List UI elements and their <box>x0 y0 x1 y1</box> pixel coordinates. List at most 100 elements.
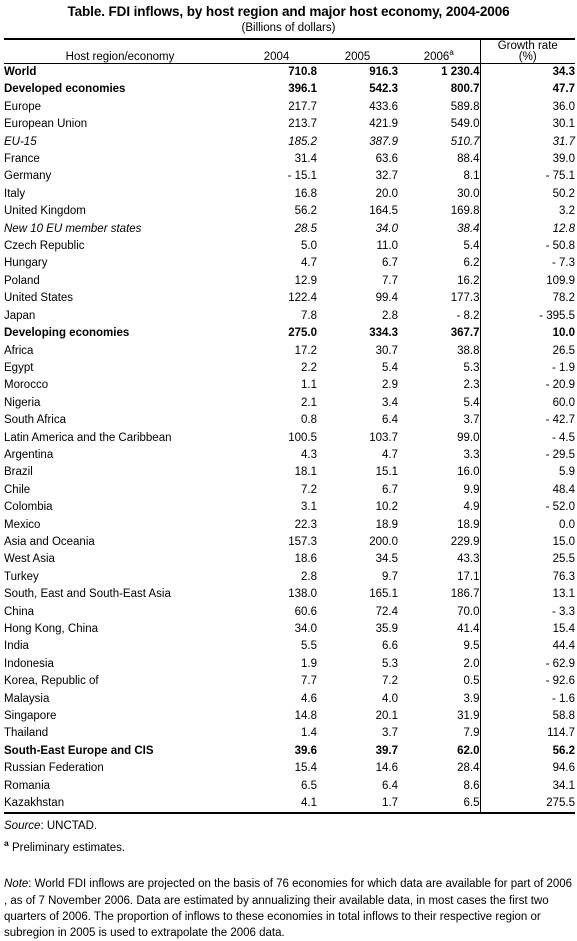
cell-2006: 70.0 <box>457 605 480 618</box>
table-row: Indonesia 1.9 5.3 2.0- 62.9 <box>4 655 575 674</box>
cell-2005: 387.9 <box>369 135 398 148</box>
title-block: Table. FDI inflows, by host region and m… <box>0 0 577 34</box>
table-foot <box>4 812 575 816</box>
note-paragraph: Note: World FDI inflows are projected on… <box>4 876 573 941</box>
cell-growth: - 62.9 <box>479 655 575 674</box>
table-row: France 31.4 63.6 88.4 39.0 <box>4 151 575 169</box>
table-row: Romania 6.5 6.4 8.6 34.1 <box>4 777 575 796</box>
cell-growth: - 7.3 <box>479 255 575 273</box>
row-label: China <box>4 605 35 618</box>
cell-2006: 28.4 <box>457 762 480 775</box>
table-row: Russian Federation 15.4 14.6 28.4 94.6 <box>4 760 575 778</box>
cell-2004: 14.8 <box>294 710 317 723</box>
cell-2006: 88.4 <box>457 153 480 166</box>
row-label: Hong Kong, China <box>4 623 98 635</box>
cell-2006: 0.5 <box>463 675 480 688</box>
cell-growth: 76.3 <box>479 568 575 587</box>
row-label: Romania <box>4 779 51 792</box>
note-a-line: a Preliminary estimates. <box>4 836 573 856</box>
row-label: Europe <box>4 100 42 113</box>
cell-2005: 30.7 <box>375 344 398 357</box>
cell-2006: 41.4 <box>457 623 480 635</box>
row-label: Colombia <box>4 501 53 514</box>
cell-2005: 72.4 <box>375 605 398 618</box>
cell-2005: 34.0 <box>375 222 398 235</box>
cell-growth: 78.2 <box>479 290 575 308</box>
cell-growth: 56.2 <box>479 742 575 761</box>
row-label: Russian Federation <box>4 762 104 775</box>
row-label: Germany <box>4 170 52 183</box>
table-row: West Asia 18.6 34.5 43.3 25.5 <box>4 551 575 569</box>
cell-2005: 6.4 <box>382 779 398 792</box>
cell-growth: - 4.5 <box>479 429 575 447</box>
row-label: Egypt <box>4 361 34 374</box>
fdi-table-wrap: Host region/economy 2004 2005 2006a Grow… <box>4 38 575 816</box>
row-label: World <box>4 66 37 78</box>
cell-2006: 229.9 <box>450 535 480 548</box>
cell-2006: 8.6 <box>463 779 480 792</box>
cell-2004: 6.5 <box>301 779 317 792</box>
row-label: South, East and South-East Asia <box>4 588 171 601</box>
cell-2004: 710.8 <box>288 66 317 78</box>
cell-2006: 9.9 <box>463 483 480 496</box>
cell-growth: 109.9 <box>479 272 575 291</box>
table-row: Czech Republic 5.0 11.0 5.4- 50.8 <box>4 238 575 256</box>
row-label: Developing economies <box>4 327 130 340</box>
table-row: United Kingdom 56.2 164.5 169.8 3.2 <box>4 203 575 221</box>
table-row: Kazakhstan 4.1 1.7 6.5 275.5 <box>4 795 575 814</box>
cell-2004: 34.0 <box>294 623 317 635</box>
row-label: Poland <box>4 274 40 287</box>
cell-2006: 589.8 <box>450 100 480 113</box>
cell-2004: 100.5 <box>288 431 317 444</box>
row-label: Italy <box>4 187 26 200</box>
row-label: Brazil <box>4 466 33 479</box>
cell-growth: 275.5 <box>479 795 575 814</box>
cell-growth: - 20.9 <box>479 377 575 395</box>
cell-2006: 186.7 <box>450 588 480 601</box>
cell-2006: 7.9 <box>463 727 480 740</box>
cell-2004: 12.9 <box>294 274 317 287</box>
cell-growth: 12.8 <box>479 220 575 239</box>
row-label: EU-15 <box>4 135 37 148</box>
row-label: Kazakhstan <box>4 797 65 810</box>
cell-2004: 16.8 <box>294 187 317 200</box>
footnote-marker-a: a <box>449 48 454 58</box>
row-label: Nigeria <box>4 396 41 409</box>
col-header-2005: 2005 <box>344 51 371 63</box>
rule-bottom <box>4 812 575 816</box>
row-label: Developed economies <box>4 83 126 96</box>
cell-2004: 4.3 <box>301 448 317 461</box>
cell-2006: 16.2 <box>457 274 480 287</box>
cell-2004: 5.5 <box>301 640 317 653</box>
cell-2004: - 15.1 <box>287 170 317 183</box>
cell-growth: - 1.6 <box>479 690 575 709</box>
row-label: Latin America and the Caribbean <box>4 431 172 444</box>
cell-2004: 18.6 <box>294 553 317 566</box>
cell-2005: 6.4 <box>382 414 398 427</box>
table-row: Argentina 4.3 4.7 3.3- 29.5 <box>4 446 575 465</box>
cell-2004: 4.6 <box>301 692 317 705</box>
cell-2006: 367.7 <box>450 327 480 340</box>
cell-2005: 421.9 <box>369 118 398 131</box>
cell-growth: 58.8 <box>479 708 575 726</box>
cell-growth: 15.0 <box>479 533 575 552</box>
cell-2004: 122.4 <box>288 292 317 305</box>
cell-2006: 8.1 <box>463 170 480 183</box>
cell-2006: 5.4 <box>463 240 480 253</box>
table-row: Singapore 14.8 20.1 31.9 58.8 <box>4 708 575 726</box>
cell-2004: 396.1 <box>288 83 317 96</box>
row-label: South Africa <box>4 414 67 427</box>
row-label: United States <box>4 292 74 305</box>
cell-2006: 169.8 <box>450 205 480 218</box>
cell-growth: 15.4 <box>479 621 575 639</box>
table-row: United States 122.4 99.4 177.3 78.2 <box>4 290 575 308</box>
cell-growth: 34.3 <box>479 64 575 82</box>
row-label: Africa <box>4 344 34 357</box>
cell-2006: 17.1 <box>457 570 480 583</box>
row-label: New 10 EU member states <box>4 222 142 235</box>
cell-growth: - 42.7 <box>479 412 575 430</box>
table-row: Malaysia 4.6 4.0 3.9- 1.6 <box>4 690 575 709</box>
cell-2005: 6.7 <box>382 257 398 270</box>
cell-2006: 2.0 <box>463 657 480 670</box>
table-row: Hong Kong, China 34.0 35.9 41.4 15.4 <box>4 621 575 639</box>
